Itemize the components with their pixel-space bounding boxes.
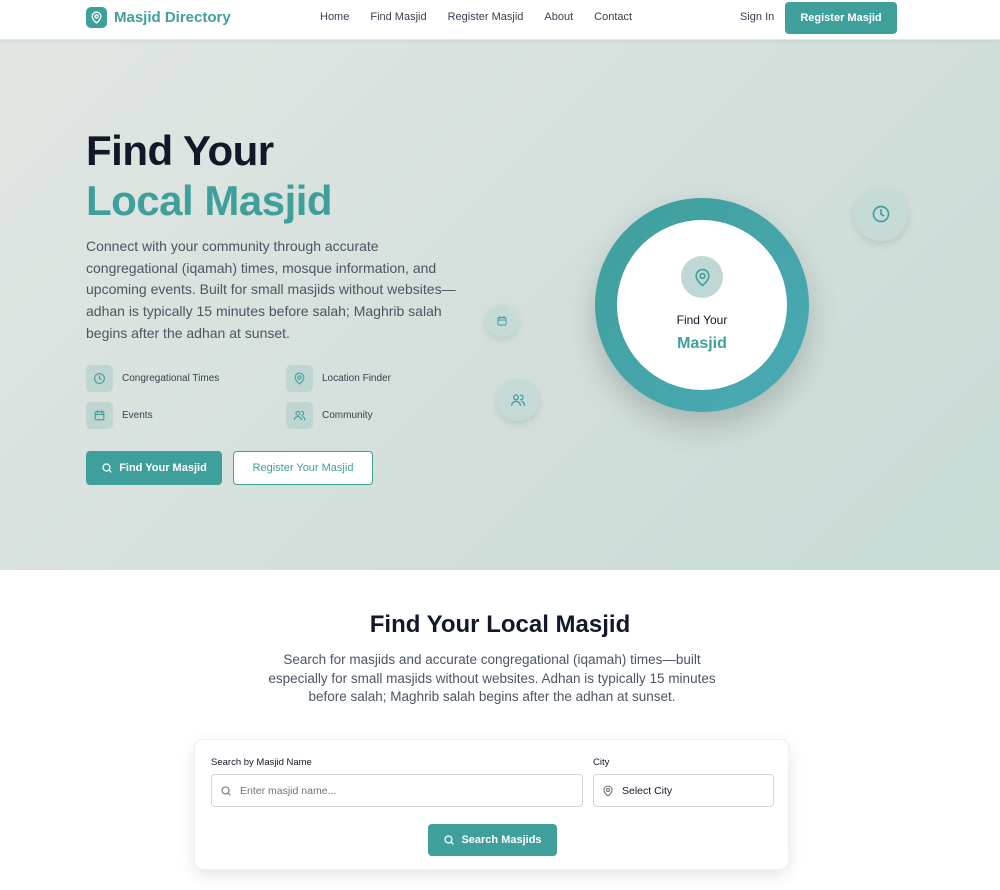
sign-in-link[interactable]: Sign In: [740, 11, 774, 23]
clock-icon: [86, 365, 113, 392]
hero-title-line1: Find Your: [86, 127, 274, 174]
clock-icon: [872, 205, 890, 223]
feature-label: Events: [122, 410, 153, 421]
floating-users-badge: [497, 379, 539, 421]
hero-title-line2: Local Masjid: [86, 177, 333, 224]
find-your-masjid-button[interactable]: Find Your Masjid: [86, 451, 222, 485]
feature-label: Location Finder: [322, 373, 391, 384]
hero-circle-graphic: Find Your Masjid: [595, 198, 809, 412]
city-select[interactable]: Select City: [593, 774, 774, 807]
nav-link-register-masjid[interactable]: Register Masjid: [448, 11, 524, 23]
map-pin-icon: [681, 256, 723, 298]
calendar-icon: [497, 316, 507, 326]
feature-location-finder: Location Finder: [286, 365, 391, 392]
nav-link-home[interactable]: Home: [320, 11, 349, 23]
search-icon: [221, 785, 231, 796]
circle-label-line2: Masjid: [677, 335, 727, 352]
nav-links: Home Find Masjid Register Masjid About C…: [320, 11, 632, 23]
feature-label: Community: [322, 410, 373, 421]
feature-events: Events: [86, 402, 153, 429]
feature-congregational-times: Congregational Times: [86, 365, 219, 392]
hero-section: Find Your Local Masjid Connect with your…: [0, 40, 1000, 570]
brand-name: Masjid Directory: [114, 9, 231, 26]
search-section-description: Search for masjids and accurate congrega…: [268, 652, 716, 704]
users-icon: [511, 394, 525, 406]
feature-community: Community: [286, 402, 373, 429]
map-pin-icon: [603, 784, 613, 797]
city-label: City: [593, 757, 610, 768]
floating-calendar-badge: [486, 305, 518, 337]
masjid-name-placeholder: Enter masjid name...: [240, 784, 337, 797]
search-masjids-button[interactable]: Search Masjids: [428, 824, 557, 856]
masjid-name-label: Search by Masjid Name: [211, 757, 312, 768]
floating-clock-badge: [854, 187, 908, 241]
masjid-name-input[interactable]: Enter masjid name...: [211, 774, 583, 807]
button-label: Search Masjids: [461, 834, 542, 846]
nav-link-about[interactable]: About: [544, 11, 573, 23]
hero-circle-inner: Find Your Masjid: [617, 220, 787, 390]
brand-logo[interactable]: Masjid Directory: [86, 7, 231, 28]
search-section-title: Find Your Local Masjid: [369, 611, 631, 638]
nav-link-find-masjid[interactable]: Find Masjid: [370, 11, 426, 23]
search-icon: [102, 463, 112, 473]
search-icon: [444, 835, 455, 845]
hero-description: Connect with your community through accu…: [86, 238, 456, 341]
city-select-value: Select City: [622, 784, 673, 797]
top-navbar: Masjid Directory Home Find Masjid Regist…: [0, 0, 1000, 40]
feature-label: Congregational Times: [122, 373, 220, 384]
circle-label-line1: Find Your: [676, 313, 728, 327]
register-your-masjid-button[interactable]: Register Your Masjid: [233, 451, 373, 485]
map-pin-icon: [86, 7, 107, 28]
search-card: Search by Masjid Name Enter masjid name.…: [194, 739, 789, 870]
map-pin-icon: [286, 365, 313, 392]
calendar-icon: [86, 402, 113, 429]
nav-link-contact[interactable]: Contact: [594, 11, 632, 23]
users-icon: [286, 402, 313, 429]
button-label: Find Your Masjid: [119, 462, 207, 474]
register-masjid-button[interactable]: Register Masjid: [785, 2, 897, 34]
